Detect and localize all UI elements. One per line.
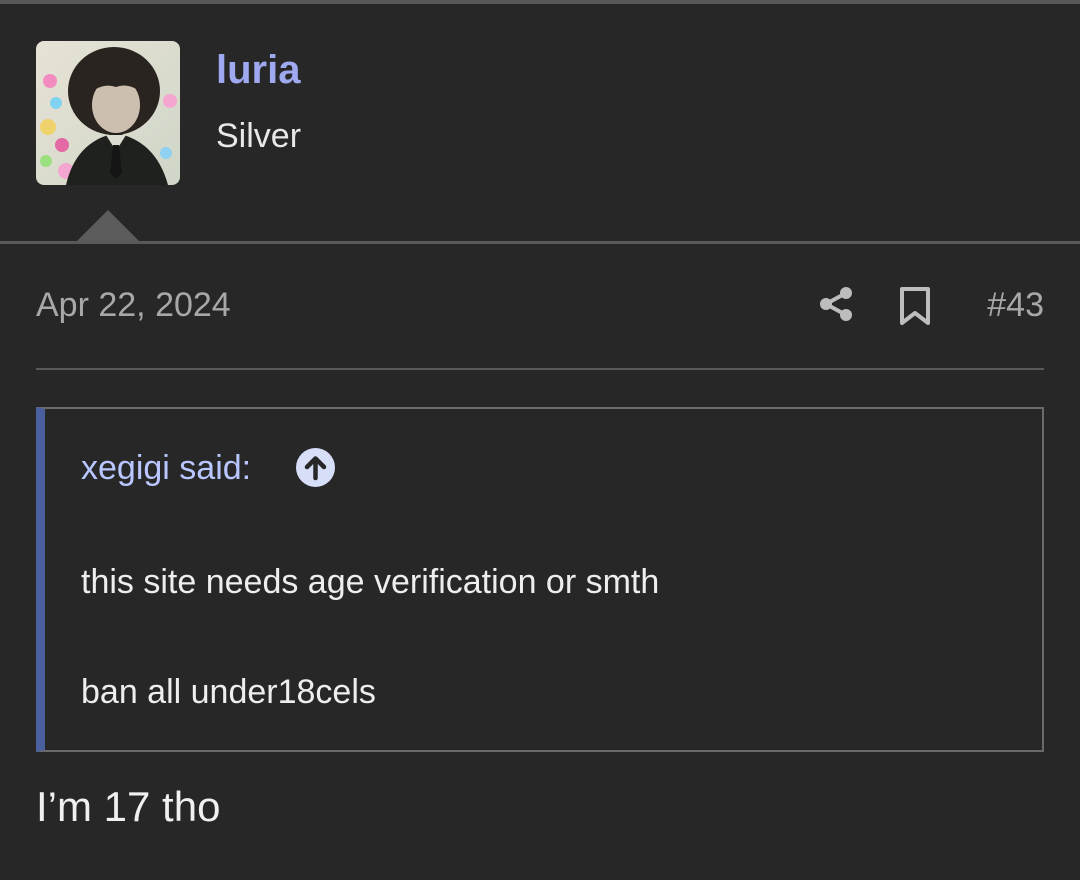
avatar[interactable] [36, 41, 180, 185]
quote-block: xegigi said: this site needs age verific… [36, 407, 1044, 752]
post-body-text: I’m 17 tho [36, 783, 221, 830]
bookmark-button[interactable] [898, 286, 932, 326]
post-date[interactable]: Apr 22, 2024 [36, 286, 231, 325]
username[interactable]: luria [216, 48, 300, 93]
header-pointer [75, 210, 141, 243]
post-number-link[interactable]: #43 [987, 286, 1044, 325]
avatar-image [36, 41, 180, 185]
quote-text-line: this site needs age verification or smth [81, 563, 660, 601]
meta-divider [36, 368, 1044, 370]
bookmark-icon [900, 287, 930, 325]
quote-jump-button[interactable] [296, 448, 335, 487]
share-icon [820, 287, 852, 321]
post-meta: Apr 22, 2024 #43 [36, 244, 1044, 370]
arrow-up-circle-icon [304, 456, 327, 481]
user-header: luria Silver [0, 4, 1080, 243]
user-title: Silver [216, 117, 302, 155]
quote-text-line: ban all under18cels [81, 673, 376, 711]
quote-author[interactable]: xegigi said: [81, 449, 251, 488]
share-button[interactable] [816, 284, 856, 324]
